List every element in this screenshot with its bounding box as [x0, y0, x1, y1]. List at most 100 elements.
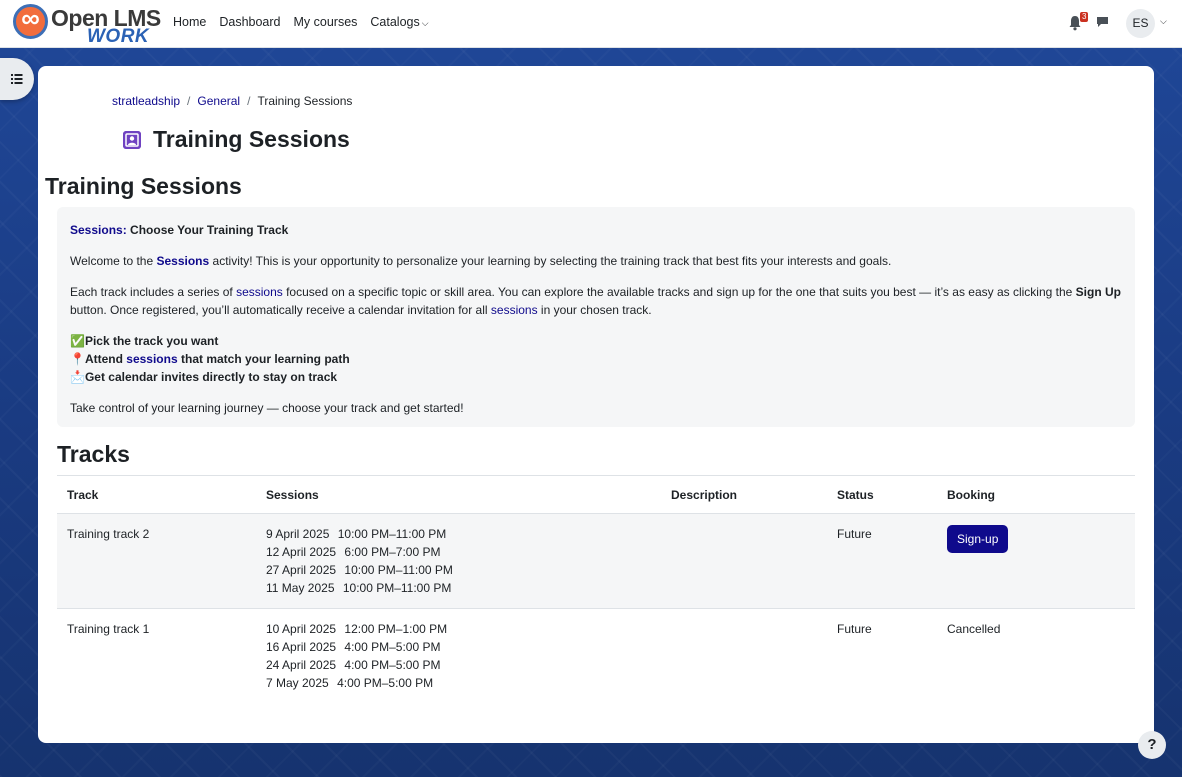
session-date: 24 April 2025: [266, 658, 337, 672]
activity-person-icon: [123, 130, 141, 149]
track-description: [661, 609, 827, 704]
track-name: Training track 1: [67, 622, 150, 636]
checklist-item: 📍Attend sessions that match your learnin…: [70, 350, 1122, 368]
logo-subtext: WORK: [87, 26, 150, 47]
column-header-sessions: Sessions: [256, 475, 661, 514]
nav-dashboard[interactable]: Dashboard: [219, 15, 280, 29]
checklist-text: Attend: [84, 352, 127, 366]
session-date: 10 April 2025: [266, 622, 337, 636]
sessions-link[interactable]: sessions: [236, 285, 283, 299]
table-header-row: Track Sessions Description Status Bookin…: [57, 475, 1135, 514]
top-navbar: Open LMS WORK Home Dashboard My courses …: [0, 0, 1182, 48]
session-item: 12 April 2025 6:00 PM–7:00 PM: [266, 543, 651, 561]
intro-closing: Take control of your learning journey — …: [70, 401, 464, 415]
text: focused on a specific topic or skill are…: [282, 285, 1076, 299]
activity-heading: Training Sessions: [45, 173, 242, 199]
session-date: 16 April 2025: [266, 640, 337, 654]
tracks-table: Track Sessions Description Status Bookin…: [57, 475, 1135, 703]
intro-heading-link[interactable]: Sessions:: [70, 223, 127, 237]
track-name: Training track 2: [57, 513, 256, 609]
notification-count-badge: 3: [1080, 12, 1089, 22]
user-avatar[interactable]: ES: [1126, 9, 1155, 38]
session-date: 11 May 2025: [266, 581, 335, 595]
primary-navigation: Home Dashboard My courses Catalogs ⌵: [173, 15, 442, 29]
text: Each track includes a series of: [70, 285, 237, 299]
text: activity! This is your opportunity to pe…: [209, 254, 892, 268]
session-item: 10 April 2025 12:00 PM–1:00 PM: [266, 620, 651, 638]
page-header: Training Sessions: [123, 126, 350, 153]
nav-home[interactable]: Home: [173, 15, 206, 29]
sessions-link[interactable]: Sessions: [156, 254, 209, 268]
user-menu-chevron-icon[interactable]: ⌵: [1160, 16, 1167, 27]
column-header-description: Description: [661, 475, 827, 514]
breadcrumb-separator: /: [247, 94, 251, 108]
text: Welcome to the: [70, 254, 157, 268]
column-header-booking: Booking: [937, 475, 1135, 514]
page-title: Training Sessions: [153, 126, 350, 152]
session-item: 24 April 2025 4:00 PM–5:00 PM: [266, 656, 651, 674]
session-list: 9 April 2025 10:00 PM–11:00 PM 12 April …: [256, 513, 661, 609]
session-time: 6:00 PM–7:00 PM: [344, 545, 441, 559]
session-time: 10:00 PM–11:00 PM: [337, 527, 447, 541]
session-item: 9 April 2025 10:00 PM–11:00 PM: [266, 525, 651, 543]
session-time: 12:00 PM–1:00 PM: [344, 622, 448, 636]
help-button[interactable]: ?: [1138, 731, 1166, 759]
checklist-text: that match your learning path: [177, 352, 350, 366]
session-date: 9 April 2025: [266, 527, 330, 541]
session-item: 11 May 2025 10:00 PM–11:00 PM: [266, 579, 651, 597]
sign-up-button[interactable]: Sign-up: [947, 525, 1009, 553]
session-date: 7 May 2025: [266, 676, 329, 690]
sessions-link[interactable]: sessions: [491, 303, 538, 317]
text: in your chosen track.: [537, 303, 652, 317]
session-time: 10:00 PM–11:00 PM: [344, 563, 453, 577]
session-date: 27 April 2025: [266, 563, 337, 577]
breadcrumb-current: Training Sessions: [257, 94, 353, 108]
main-content: stratleadship / General / Training Sessions …: [38, 66, 1154, 743]
session-time: 4:00 PM–5:00 PM: [337, 676, 434, 690]
booking-cell: Sign-up: [937, 513, 1135, 609]
table-row: Training track 1 10 April 2025 12:00 PM–…: [57, 609, 1135, 704]
nav-catalogs[interactable]: Catalogs ⌵: [370, 15, 428, 29]
session-list: 10 April 2025 12:00 PM–1:00 PM 16 April …: [256, 609, 661, 704]
nav-catalogs-label: Catalogs: [370, 15, 420, 29]
sessions-link[interactable]: sessions: [126, 352, 177, 366]
benefit-checklist: ✅Pick the track you want 📍Attend session…: [70, 332, 1122, 386]
checklist-text: Pick the track you want: [84, 334, 219, 348]
track-status: Future: [827, 513, 937, 609]
track-description: [661, 513, 827, 609]
checklist-item: ✅Pick the track you want: [70, 332, 1122, 350]
breadcrumb-section[interactable]: General: [197, 94, 240, 108]
nav-my-courses[interactable]: My courses: [294, 15, 358, 29]
session-time: 10:00 PM–11:00 PM: [342, 581, 452, 595]
envelope-icon: 📩: [70, 370, 85, 384]
breadcrumb: stratleadship / General / Training Sessions: [112, 94, 352, 108]
table-row: Training track 2 9 April 2025 10:00 PM–1…: [57, 513, 1135, 609]
tracks-heading: Tracks: [57, 441, 130, 467]
breadcrumb-separator: /: [187, 94, 191, 108]
intro-paragraph-2: Each track includes a series of sessions…: [70, 283, 1122, 319]
session-item: 27 April 2025 10:00 PM–11:00 PM: [266, 561, 651, 579]
site-logo[interactable]: Open LMS WORK: [13, 3, 161, 47]
message-icon[interactable]: [1096, 16, 1109, 28]
session-date: 12 April 2025: [266, 545, 337, 559]
check-mark-icon: ✅: [70, 334, 85, 348]
checklist-text: Get calendar invites directly to stay on…: [84, 370, 338, 384]
chevron-down-icon: ⌵: [421, 18, 429, 28]
column-header-status: Status: [827, 475, 937, 514]
list-icon: [11, 74, 23, 84]
track-status: Future: [837, 622, 872, 636]
sign-up-emphasis: Sign Up: [1075, 285, 1121, 299]
session-time: 4:00 PM–5:00 PM: [344, 658, 441, 672]
text: button. Once registered, you’ll automati…: [70, 303, 491, 317]
column-header-track: Track: [57, 475, 256, 514]
booking-status: Cancelled: [947, 622, 1001, 636]
session-item: 16 April 2025 4:00 PM–5:00 PM: [266, 638, 651, 656]
pin-icon: 📍: [70, 352, 85, 366]
session-item: 7 May 2025 4:00 PM–5:00 PM: [266, 674, 651, 692]
activity-description: Sessions: Choose Your Training Track Wel…: [57, 207, 1135, 427]
breadcrumb-course[interactable]: stratleadship: [112, 94, 180, 108]
intro-heading-text: Choose Your Training Track: [126, 223, 289, 237]
logo-icon: [13, 3, 48, 39]
intro-heading: Sessions: Choose Your Training Track: [70, 221, 1122, 239]
intro-paragraph-1: Welcome to the Sessions activity! This i…: [70, 252, 1122, 270]
